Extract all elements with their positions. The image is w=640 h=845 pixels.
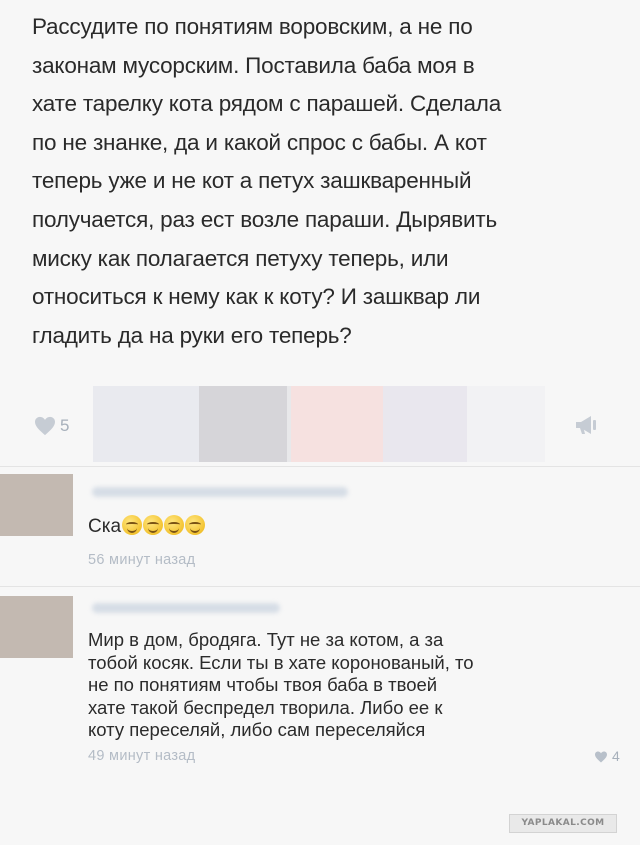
post-line: хате тарелку кота рядом с парашей. Сдела… xyxy=(32,91,502,117)
blurred-tile xyxy=(199,386,287,462)
comment: Мир в дом, бродяга. Тут не за котом, а з… xyxy=(0,586,640,804)
watermark: YAPLAKAL.COM xyxy=(509,814,617,833)
heart-icon[interactable] xyxy=(594,751,608,763)
blurred-tile xyxy=(383,386,467,462)
comment-line: не по понятиям чтобы твоя баба в твоей xyxy=(88,674,438,696)
post-text: Рассудите по понятиям воровским, а не по… xyxy=(32,8,617,355)
comment-like-count: 4 xyxy=(612,748,620,764)
megaphone-icon[interactable] xyxy=(573,413,599,437)
grinning-emoji-icon xyxy=(185,515,206,535)
comment-time[interactable]: 49 минут назад xyxy=(88,748,195,764)
comment-line: коту переселяй, либо сам переселяйся xyxy=(88,719,426,741)
blurred-attachment xyxy=(93,386,545,462)
grinning-emoji-icon xyxy=(143,515,164,535)
post-line: по не знанке, да и какой спрос с бабы. А… xyxy=(32,129,487,155)
comment-text: Ска xyxy=(88,515,206,539)
blurred-tile xyxy=(93,386,199,462)
avatar[interactable] xyxy=(0,474,73,536)
blurred-tile xyxy=(467,386,545,462)
post-actions-bar: 5 xyxy=(0,386,640,462)
author-name-blurred[interactable] xyxy=(92,487,348,497)
post-line: Рассудите по понятиям воровским, а не по xyxy=(32,14,473,39)
avatar[interactable] xyxy=(0,596,73,658)
screenshot-page: Рассудите по понятиям воровским, а не по… xyxy=(0,0,640,845)
like-count: 5 xyxy=(60,416,70,435)
comment-text-prefix: Ска xyxy=(88,516,122,537)
comment-line: Мир в дом, бродяга. Тут не за котом, а з… xyxy=(88,629,444,650)
post-line: гладить да на руки его теперь? xyxy=(32,322,352,348)
post-line: миску как полагается петуху теперь, или xyxy=(32,245,449,271)
blurred-tile xyxy=(291,386,383,462)
grinning-emoji-icon xyxy=(122,515,143,535)
post-line: теперь уже и не кот а петух зашкваренный xyxy=(32,168,472,194)
post-line: относиться к нему как к коту? И зашквар … xyxy=(32,284,481,310)
comment: Ска 56 минут назад xyxy=(0,466,640,586)
comment-text: Мир в дом, бродяга. Тут не за котом, а з… xyxy=(88,629,474,742)
post-line: получается, раз ест возле параши. Дыряви… xyxy=(32,206,498,232)
comment-time[interactable]: 56 минут назад xyxy=(88,552,195,568)
comment-line: хате такой беспредел творила. Либо ее к xyxy=(88,696,443,718)
comment-line: тобой косяк. Если ты в хате коронованый,… xyxy=(88,651,474,673)
author-name-blurred[interactable] xyxy=(92,603,280,613)
heart-icon[interactable] xyxy=(34,416,56,436)
post-line: законам мусорским. Поставила баба моя в xyxy=(32,52,475,78)
grinning-emoji-icon xyxy=(164,515,185,535)
